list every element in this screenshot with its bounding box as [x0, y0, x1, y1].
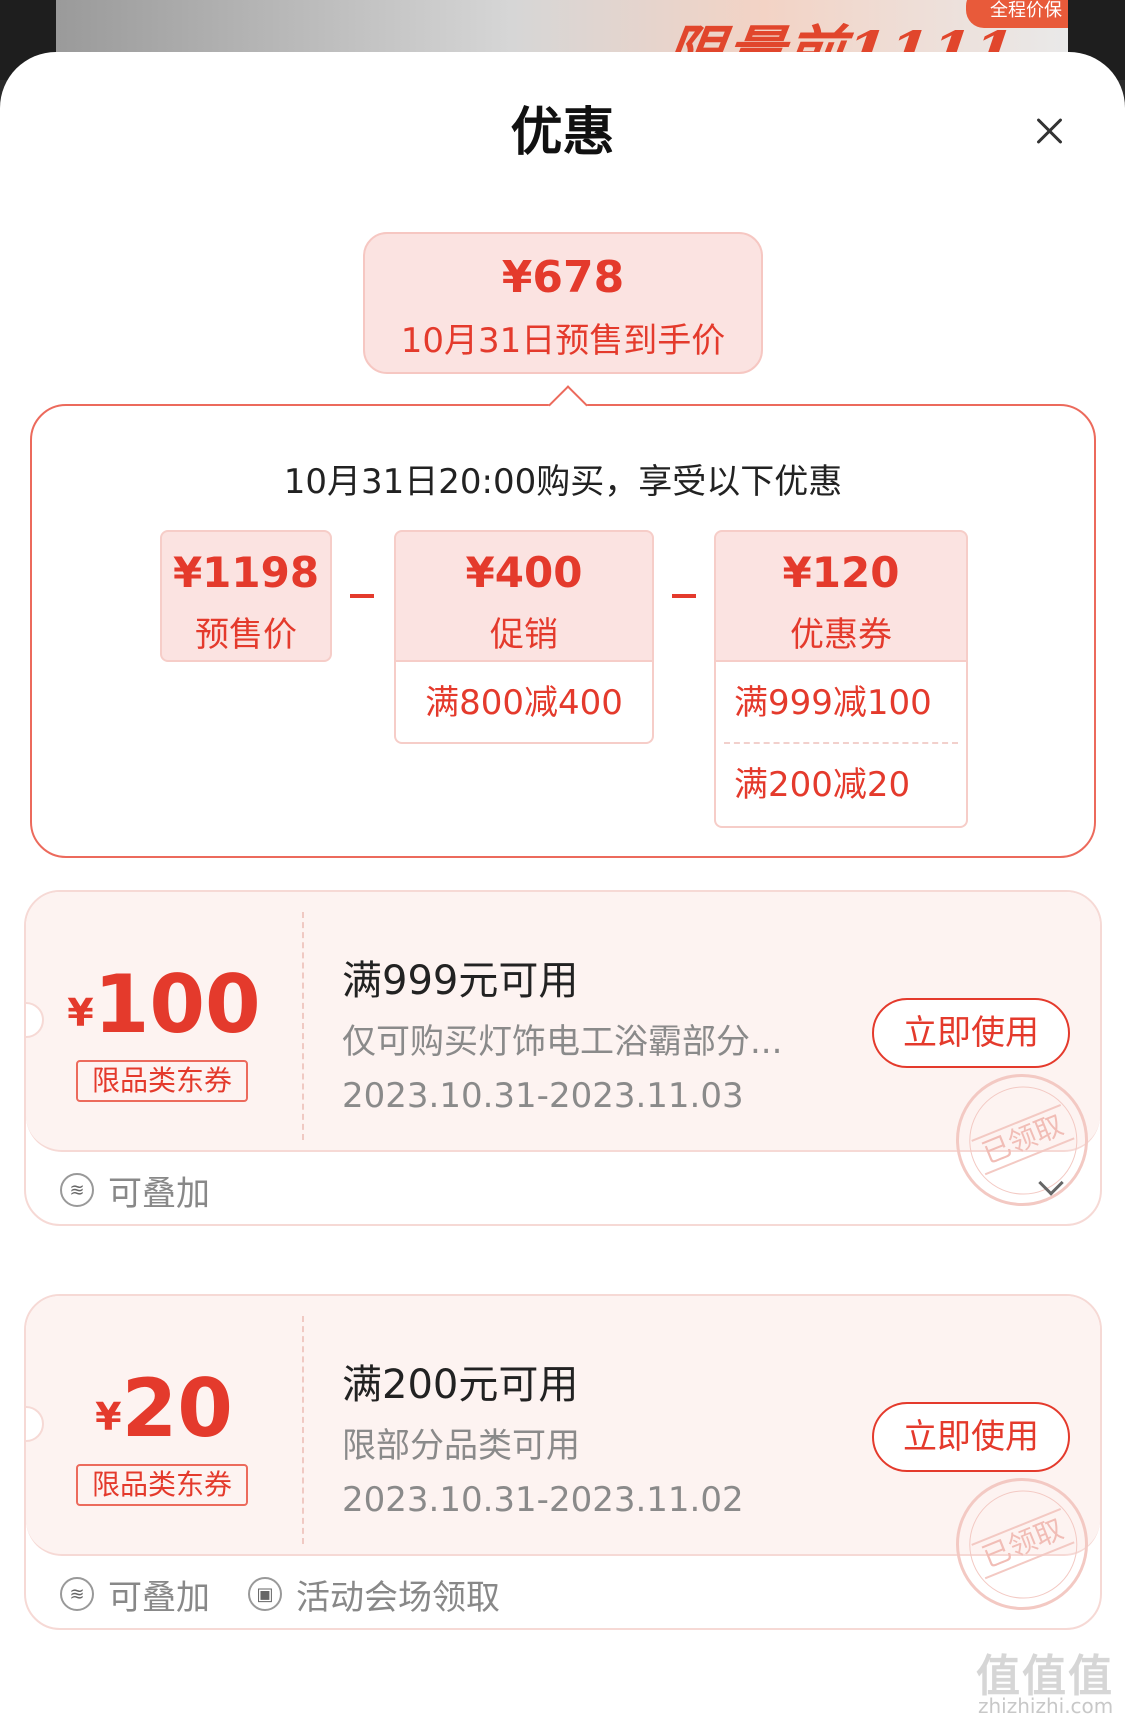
use-now-button[interactable]: 立即使用 [872, 1402, 1070, 1472]
coupon-yen: ¥ [67, 991, 94, 1035]
venue-info[interactable]: ▣ 活动会场领取 [248, 1574, 500, 1618]
coupon-footer: ≋ 可叠加 ▣ 活动会场领取 [26, 1556, 1100, 1628]
coupon-label: 优惠券 [790, 615, 892, 655]
presale-chip: ¥1198 预售价 [160, 530, 332, 662]
coupon-title: 满999元可用 [342, 958, 579, 1004]
promotion-label: 促销 [490, 615, 558, 655]
final-price-label: 10月31日预售到手价 [400, 321, 726, 361]
coupon-date: 2023.10.31-2023.11.03 [342, 1076, 744, 1116]
ticket-icon: ▣ [248, 1577, 282, 1611]
coupon-separator [302, 1316, 304, 1544]
coupon-title: 满200元可用 [342, 1362, 579, 1408]
coupon-value: ¥100 [26, 958, 302, 1051]
discount-sheet: 优惠 ¥678 10月31日预售到手价 10月31日20:00购买，享受以下优惠… [0, 52, 1125, 1723]
minus-sign [350, 594, 374, 598]
promotion-rule: 满800减400 [394, 662, 654, 744]
stackable-info: ≋ 可叠加 [60, 1574, 210, 1618]
breakdown-notch [548, 385, 588, 425]
final-price-bubble: ¥678 10月31日预售到手价 [363, 232, 763, 374]
coupon-footer[interactable]: ≋ 可叠加 [26, 1152, 1100, 1224]
coupon-rule: 满200减20 [734, 765, 911, 805]
coupon-rule: 满999减100 [724, 662, 958, 744]
coupon-rules: 满999减100 满200减20 [714, 662, 968, 828]
close-icon[interactable] [1030, 112, 1070, 152]
promotion-chip: ¥400 促销 [394, 530, 654, 662]
coupon-main: ¥100 限品类东券 满999元可用 仅可购买灯饰电工浴霸部分... 2023.… [26, 892, 1100, 1224]
coupon-description: 仅可购买灯饰电工浴霸部分... [342, 1022, 783, 1062]
price-breakdown: 10月31日20:00购买，享受以下优惠 ¥1198 预售价 ¥400 促销 满… [30, 385, 1096, 858]
watermark-url: zhizhizhi.com [978, 1694, 1114, 1718]
coupon-tag: 限品类东券 [76, 1060, 248, 1102]
stackable-label: 可叠加 [108, 1577, 210, 1618]
use-now-button[interactable]: 立即使用 [872, 998, 1070, 1068]
breakdown-title: 10月31日20:00购买，享受以下优惠 [283, 462, 843, 502]
presale-amount: ¥1198 [172, 548, 320, 597]
coupon-separator [302, 912, 304, 1140]
coupon-value-number: 100 [93, 958, 261, 1051]
coupon-tag: 限品类东券 [76, 1464, 248, 1506]
stack-icon: ≋ [60, 1173, 94, 1207]
coupon-amount: ¥120 [782, 548, 900, 597]
stackable-info: ≋ 可叠加 [60, 1170, 210, 1214]
promotion-amount: ¥400 [465, 548, 583, 597]
chevron-down-icon[interactable] [1038, 1170, 1064, 1196]
stackable-label: 可叠加 [108, 1173, 210, 1214]
venue-label: 活动会场领取 [296, 1577, 500, 1618]
stack-icon: ≋ [60, 1577, 94, 1611]
coupon-value: ¥20 [26, 1362, 302, 1455]
presale-label: 预售价 [195, 615, 297, 655]
coupon-chip: ¥120 优惠券 [714, 530, 968, 662]
minus-sign [672, 594, 696, 598]
coupon-card: ¥100 限品类东券 满999元可用 仅可购买灯饰电工浴霸部分... 2023.… [24, 890, 1102, 1226]
coupon-yen: ¥ [95, 1395, 122, 1439]
coupon-date: 2023.10.31-2023.11.02 [342, 1480, 744, 1520]
final-price-amount: ¥678 [501, 252, 625, 303]
coupon-card: ¥20 限品类东券 满200元可用 限部分品类可用 2023.10.31-202… [24, 1294, 1102, 1630]
banner-badge: 全程价保 [966, 0, 1068, 28]
coupon-description: 限部分品类可用 [342, 1426, 580, 1466]
coupon-main: ¥20 限品类东券 满200元可用 限部分品类可用 2023.10.31-202… [26, 1296, 1100, 1628]
sheet-title: 优惠 [510, 103, 615, 163]
coupon-value-number: 20 [121, 1362, 233, 1455]
